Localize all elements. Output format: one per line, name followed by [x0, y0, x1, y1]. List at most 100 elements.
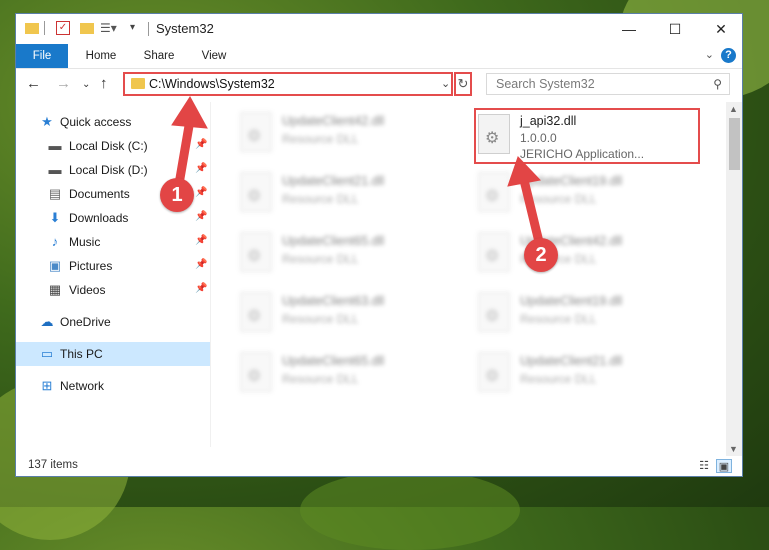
search-input[interactable]: Search System32 ⚲: [486, 73, 730, 95]
separator-icon: [44, 21, 45, 35]
file-name: UpdateClient65.dll: [282, 354, 385, 368]
sidebar-item-label: Quick access: [60, 115, 132, 129]
recent-locations-button[interactable]: ⌄: [82, 79, 90, 90]
step-2-badge: 2: [524, 238, 558, 272]
details-view-icon[interactable]: ☷: [696, 459, 712, 473]
dll-file-icon: ⚙: [240, 112, 272, 152]
customize-toolbar-icon[interactable]: ☰▾: [100, 21, 117, 35]
chevron-down-icon[interactable]: ▾: [130, 21, 144, 35]
background-leaf: [300, 470, 520, 550]
sidebar-item-network[interactable]: ⊞ Network: [16, 374, 210, 398]
list-item[interactable]: ⚙ UpdateClient42.dll Resource DLL: [478, 226, 698, 284]
sidebar-item-label: OneDrive: [60, 315, 111, 329]
list-item[interactable]: ⚙ UpdateClient65.dll Resource DLL: [240, 346, 460, 404]
sidebar-item-label: Documents: [69, 187, 130, 201]
file-name: UpdateClient19.dll: [520, 174, 623, 188]
list-item[interactable]: ⚙ UpdateClient42.dll Resource DLL: [240, 106, 460, 164]
videos-icon: ▦: [48, 282, 62, 297]
list-item[interactable]: ⚙ UpdateClient65.dll Resource DLL: [240, 226, 460, 284]
refresh-button[interactable]: ↻: [454, 72, 472, 96]
pin-icon[interactable]: 📌: [195, 139, 207, 150]
dll-file-icon: ⚙: [478, 232, 510, 272]
expand-ribbon-icon[interactable]: ⌄: [705, 48, 714, 61]
address-path[interactable]: C:\Windows\System32: [149, 77, 275, 91]
scroll-down-icon[interactable]: ▼: [729, 444, 738, 454]
sidebar-item-label: Local Disk (D:): [69, 163, 148, 177]
list-item[interactable]: ⚙ UpdateClient21.dll Resource DLL: [240, 166, 460, 224]
sidebar-item-videos[interactable]: ▦ Videos 📌: [16, 278, 210, 302]
sidebar-item-pictures[interactable]: ▣ Pictures 📌: [16, 254, 210, 278]
window-title: System32: [156, 21, 214, 36]
sidebar-item-label: Music: [69, 235, 101, 249]
file-name: UpdateClient21.dll: [282, 174, 385, 188]
dll-file-icon: ⚙: [478, 352, 510, 392]
sidebar-item-label: Videos: [69, 283, 106, 297]
tab-file[interactable]: File: [16, 44, 68, 68]
new-folder-icon[interactable]: [80, 23, 94, 34]
sidebar-item-label: This PC: [60, 347, 103, 361]
search-icon: ⚲: [713, 77, 722, 91]
pictures-icon: ▣: [48, 258, 62, 273]
search-placeholder: Search System32: [496, 77, 595, 91]
sidebar-item-label: Pictures: [69, 259, 113, 273]
large-icons-view-icon[interactable]: ▣: [716, 459, 732, 473]
pin-icon[interactable]: 📌: [195, 283, 207, 294]
sidebar-item-quick-access[interactable]: ★ Quick access: [16, 110, 210, 134]
file-name: UpdateClient65.dll: [282, 234, 385, 248]
cloud-icon: ☁: [40, 314, 54, 329]
music-icon: ♪: [51, 234, 59, 249]
list-item[interactable]: ⚙ UpdateClient19.dll Resource DLL: [478, 166, 698, 224]
item-count: 137 items: [28, 459, 78, 471]
help-icon[interactable]: ?: [721, 48, 736, 63]
close-button[interactable]: ✕: [698, 14, 742, 44]
up-button[interactable]: ↑: [100, 75, 108, 92]
file-highlight-box: [474, 108, 700, 164]
dll-file-icon: ⚙: [240, 232, 272, 272]
dll-file-icon: ⚙: [240, 352, 272, 392]
list-item[interactable]: ⚙ UpdateClient63.dll Resource DLL: [240, 286, 460, 344]
file-type: Resource DLL: [282, 372, 359, 386]
list-item[interactable]: ⚙ UpdateClient19.dll Resource DLL: [478, 286, 698, 344]
minimize-button[interactable]: —: [606, 14, 652, 44]
file-type: Resource DLL: [282, 132, 359, 146]
dll-file-icon: ⚙: [240, 172, 272, 212]
sidebar-item-label: Local Disk (C:): [69, 139, 148, 153]
folder-icon: [131, 78, 145, 89]
file-type: Resource DLL: [282, 312, 359, 326]
sidebar-item-music[interactable]: ♪ Music 📌: [16, 230, 210, 254]
file-type: Resource DLL: [282, 252, 359, 266]
ribbon-tabs: File Home Share View ⌄ ?: [16, 44, 742, 69]
tab-home[interactable]: Home: [76, 44, 126, 68]
explorer-window: ✓ ☰▾ ▾ System32 — ☐ ✕ File Home Share Vi…: [15, 13, 743, 477]
chevron-down-icon[interactable]: ⌄: [441, 77, 450, 90]
pin-icon[interactable]: 📌: [195, 235, 207, 246]
pin-icon[interactable]: 📌: [195, 187, 207, 198]
back-button[interactable]: ←: [26, 75, 41, 92]
folder-icon: [25, 23, 39, 34]
scroll-up-icon[interactable]: ▲: [729, 104, 738, 114]
step-1-badge: 1: [160, 178, 194, 212]
address-bar[interactable]: C:\Windows\System32 ⌄: [123, 72, 453, 96]
dll-file-icon: ⚙: [478, 172, 510, 212]
file-name: UpdateClient42.dll: [282, 114, 385, 128]
pin-icon[interactable]: 📌: [195, 211, 207, 222]
tab-view[interactable]: View: [190, 44, 238, 68]
pin-icon[interactable]: 📌: [195, 259, 207, 270]
computer-icon: ▭: [40, 346, 54, 361]
pin-icon[interactable]: 📌: [195, 163, 207, 174]
properties-icon[interactable]: ✓: [56, 21, 70, 35]
sidebar-item-onedrive[interactable]: ☁ OneDrive: [16, 310, 210, 334]
tab-share[interactable]: Share: [134, 44, 184, 68]
file-type: Resource DLL: [520, 312, 597, 326]
star-icon: ★: [41, 114, 53, 129]
file-type: Resource DLL: [520, 192, 597, 206]
sidebar-item-this-pc[interactable]: ▭ This PC: [16, 342, 210, 366]
forward-button[interactable]: →: [56, 75, 71, 92]
sidebar-item-local-disk-c[interactable]: ▬ Local Disk (C:) 📌: [16, 134, 210, 158]
scroll-thumb[interactable]: [729, 118, 740, 170]
list-item[interactable]: ⚙ UpdateClient21.dll Resource DLL: [478, 346, 698, 404]
vertical-scrollbar[interactable]: ▲ ▼: [726, 102, 742, 456]
title-divider: [148, 22, 149, 36]
navigation-bar: ← → ⌄ ↑ C:\Windows\System32 ⌄ ↻ Search S…: [16, 69, 742, 101]
maximize-button[interactable]: ☐: [652, 14, 698, 44]
